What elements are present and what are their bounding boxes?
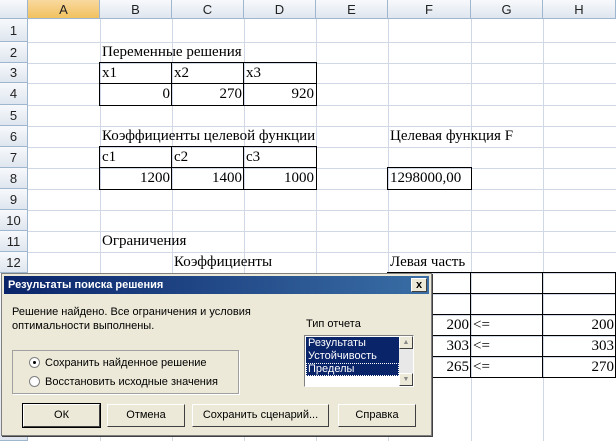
cell-b7[interactable]: c1 [100,148,118,167]
row-header-1[interactable]: 1 [0,19,28,42]
cell-c3[interactable]: x2 [172,64,191,83]
report-type-label: Тип отчета [306,318,361,330]
cell-d4[interactable]: 920 [244,85,316,104]
cell-h17[interactable]: 270 [543,358,616,377]
solver-results-dialog: Результаты поиска решения x Решение найд… [1,273,432,436]
result-message: Решение найдено. Все ограничения и услов… [12,305,282,333]
row-header-6[interactable]: 6 [0,126,28,147]
cell-b11[interactable]: Ограничения [100,232,188,251]
col-header-a[interactable]: A [28,0,100,19]
row-header-5[interactable]: 5 [0,105,28,126]
row-header-3[interactable]: 3 [0,63,28,83]
cell-f8[interactable]: 1298000,00 [388,169,463,188]
cell-h15[interactable]: 200 [543,316,616,335]
cell-g15[interactable]: <= [471,316,492,335]
select-all-corner[interactable] [0,0,28,19]
result-message-line2: оптимальности выполнены. [12,320,155,332]
radio-keep-label: Сохранить найденное решение [45,357,207,369]
col-header-b[interactable]: B [100,0,172,19]
row-header-2[interactable]: 2 [0,42,28,63]
dialog-title: Результаты поиска решения [8,279,164,291]
report-list-scrollbar[interactable]: ▲ ▼ [399,336,413,386]
cell-g17[interactable]: <= [471,358,492,377]
save-scenario-button[interactable]: Сохранить сценарий... [192,404,329,427]
row-header-4[interactable]: 4 [0,83,28,105]
report-item-limits[interactable]: Пределы [306,363,399,376]
col-header-g[interactable]: G [471,0,543,19]
cell-d3[interactable]: x3 [244,64,263,83]
cell-h16[interactable]: 303 [543,337,616,356]
cell-c4[interactable]: 270 [172,85,244,104]
report-item-results[interactable]: Результаты [306,337,399,350]
radio-checked-icon[interactable] [29,357,40,368]
row-header-8[interactable]: 8 [0,168,28,189]
row-header-11[interactable]: 11 [0,231,28,252]
cell-g16[interactable]: <= [471,337,492,356]
help-button[interactable]: Справка [338,404,416,427]
ok-button[interactable]: ОК [22,403,101,428]
cell-b6[interactable]: Коэффициенты целевой функции [100,127,317,146]
cell-d8[interactable]: 1000 [244,169,316,188]
row-header-10[interactable]: 10 [0,210,28,231]
close-icon[interactable]: x [411,278,427,292]
cell-f6[interactable]: Целевая функция F [388,127,515,146]
radio-unchecked-icon[interactable] [29,376,40,387]
scroll-down-icon[interactable]: ▼ [399,373,413,386]
row-header-12[interactable]: 12 [0,252,28,273]
cell-b8[interactable]: 1200 [100,169,172,188]
scroll-up-icon[interactable]: ▲ [399,336,413,349]
cancel-button[interactable]: Отмена [107,404,185,427]
report-type-list[interactable]: Результаты Устойчивость Пределы ▲ ▼ [304,335,414,387]
cell-d7[interactable]: c3 [244,148,262,167]
cell-b2[interactable]: Переменные решения [100,43,244,62]
radio-restore-label: Восстановить исходные значения [45,376,218,388]
report-item-sensitivity[interactable]: Устойчивость [306,350,399,363]
cell-c12[interactable]: Коэффициенты [172,253,274,272]
cell-f12[interactable]: Левая часть [388,253,467,272]
cell-b3[interactable]: x1 [100,64,119,83]
solution-options-group: Сохранить найденное решение Восстановить… [12,350,239,394]
col-header-h[interactable]: H [543,0,616,19]
row-header-7[interactable]: 7 [0,147,28,168]
row-header-9[interactable]: 9 [0,189,28,210]
col-header-e[interactable]: E [316,0,388,19]
dialog-title-bar[interactable]: Результаты поиска решения x [4,276,429,294]
col-header-d[interactable]: D [244,0,316,19]
col-header-f[interactable]: F [388,0,471,19]
result-message-line1: Решение найдено. Все ограничения и услов… [12,306,251,318]
cell-c7[interactable]: c2 [172,148,190,167]
cell-b4[interactable]: 0 [100,85,172,104]
col-header-c[interactable]: C [172,0,244,19]
cell-c8[interactable]: 1400 [172,169,244,188]
